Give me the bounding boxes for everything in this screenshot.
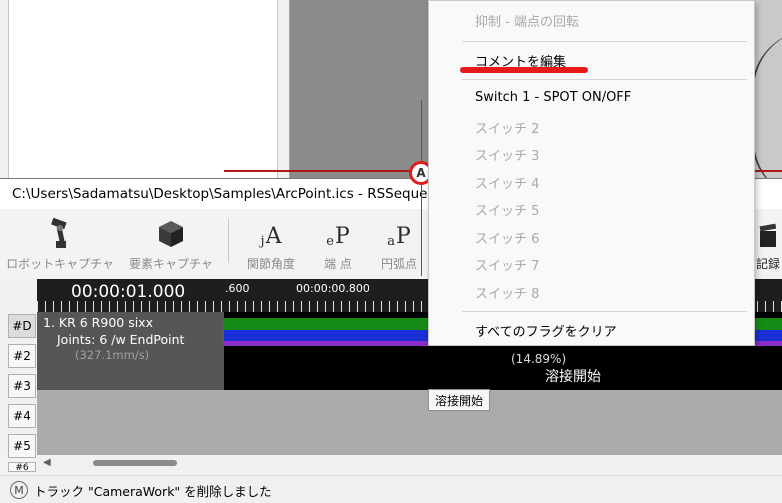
highlight-underline	[460, 67, 588, 73]
scrollbar-thumb[interactable]	[93, 460, 177, 466]
menu-item-switch-8[interactable]: スイッチ 8	[475, 283, 539, 302]
menu-separator	[462, 41, 747, 42]
arc-point-button[interactable]: aP 円弧点	[372, 215, 426, 275]
arc-point-icon: aP	[387, 224, 411, 249]
current-time: 00:00:01.000	[71, 282, 186, 302]
marker-tooltip: 溶接開始	[428, 389, 491, 411]
end-point-icon: eP	[326, 224, 350, 249]
scroll-left-arrow-icon[interactable]: ◀	[43, 457, 51, 468]
arc-point-label: 円弧点	[380, 257, 417, 271]
track-joints: Joints: 6 /w EndPoint	[57, 332, 185, 347]
menu-item-clear-all-flags[interactable]: すべてのフラグをクリア	[475, 321, 617, 340]
menu-item-switch-6[interactable]: スイッチ 6	[475, 228, 539, 247]
ruler-tick-label: .600	[225, 282, 250, 295]
joint-angle-button[interactable]: jA 関節角度	[238, 215, 304, 275]
context-menu: 抑制 - 端点の回転 コメントを編集 Switch 1 - SPOT ON/OF…	[428, 0, 755, 346]
menu-item-switch-3[interactable]: スイッチ 3	[475, 145, 539, 164]
track-number-5[interactable]: #5	[8, 434, 36, 458]
track-number-3[interactable]: #3	[8, 374, 36, 398]
background-left-panel	[0, 0, 290, 178]
track-number-4[interactable]: #4	[8, 404, 36, 428]
weld-start-label: 溶接開始	[545, 369, 601, 385]
robot-capture-label: ロボットキャプチャ	[6, 257, 114, 271]
menu-item-switch-4[interactable]: スイッチ 4	[475, 173, 539, 192]
menu-separator	[462, 311, 747, 312]
menu-item-switch-5[interactable]: スイッチ 5	[475, 200, 539, 219]
element-capture-button[interactable]: 要素キャプチャ	[126, 215, 216, 275]
menu-item-suppress-rotation[interactable]: 抑制 - 端点の回転	[475, 11, 579, 30]
end-point-label: 端 点	[324, 257, 352, 271]
playhead-line[interactable]	[421, 100, 422, 276]
toolbar-separator	[228, 219, 229, 263]
joint-angle-label: 関節角度	[246, 257, 295, 271]
menu-separator	[462, 79, 747, 80]
viewport-shade	[290, 0, 430, 178]
menu-item-switch-1[interactable]: Switch 1 - SPOT ON/OFF	[475, 90, 631, 105]
track-number-d[interactable]: #D	[8, 314, 36, 338]
track-number-2[interactable]: #2	[8, 344, 36, 368]
track-number-6[interactable]: #6	[8, 462, 36, 472]
track-number-column: #D #2 #3 #4 #5 #6	[0, 279, 37, 472]
track-speed: (327.1mm/s)	[75, 348, 150, 362]
track-robot-name: 1. KR 6 R900 sixx	[43, 315, 153, 330]
menu-item-switch-2[interactable]: スイッチ 2	[475, 118, 539, 137]
window-title: C:\Users\Sadamatsu\Desktop\Samples\ArcPo…	[12, 186, 437, 202]
record-label: 記録	[755, 257, 780, 271]
status-bar: M トラック "CameraWork" を削除しました	[0, 475, 782, 503]
element-capture-label: 要素キャプチャ	[129, 257, 213, 271]
sketch-arc	[752, 30, 782, 200]
message-icon: M	[10, 481, 28, 499]
ruler-tick-label: 00:00:00.800	[296, 282, 370, 295]
status-message: トラック "CameraWork" を削除しました	[34, 483, 272, 499]
robot-icon	[47, 215, 73, 249]
track-info-overlay: 1. KR 6 R900 sixx Joints: 6 /w EndPoint …	[37, 312, 224, 390]
cube-icon	[157, 215, 185, 249]
clapper-icon	[759, 215, 777, 249]
joint-angle-icon: jA	[260, 224, 282, 249]
progress-percent: (14.89%)	[511, 352, 567, 366]
end-point-button[interactable]: eP 端 点	[312, 215, 364, 275]
robot-capture-button[interactable]: ロボットキャプチャ	[6, 215, 114, 275]
menu-item-switch-7[interactable]: スイッチ 7	[475, 255, 539, 274]
horizontal-scrollbar[interactable]: ◀	[37, 455, 782, 471]
background-list-area	[8, 0, 278, 178]
